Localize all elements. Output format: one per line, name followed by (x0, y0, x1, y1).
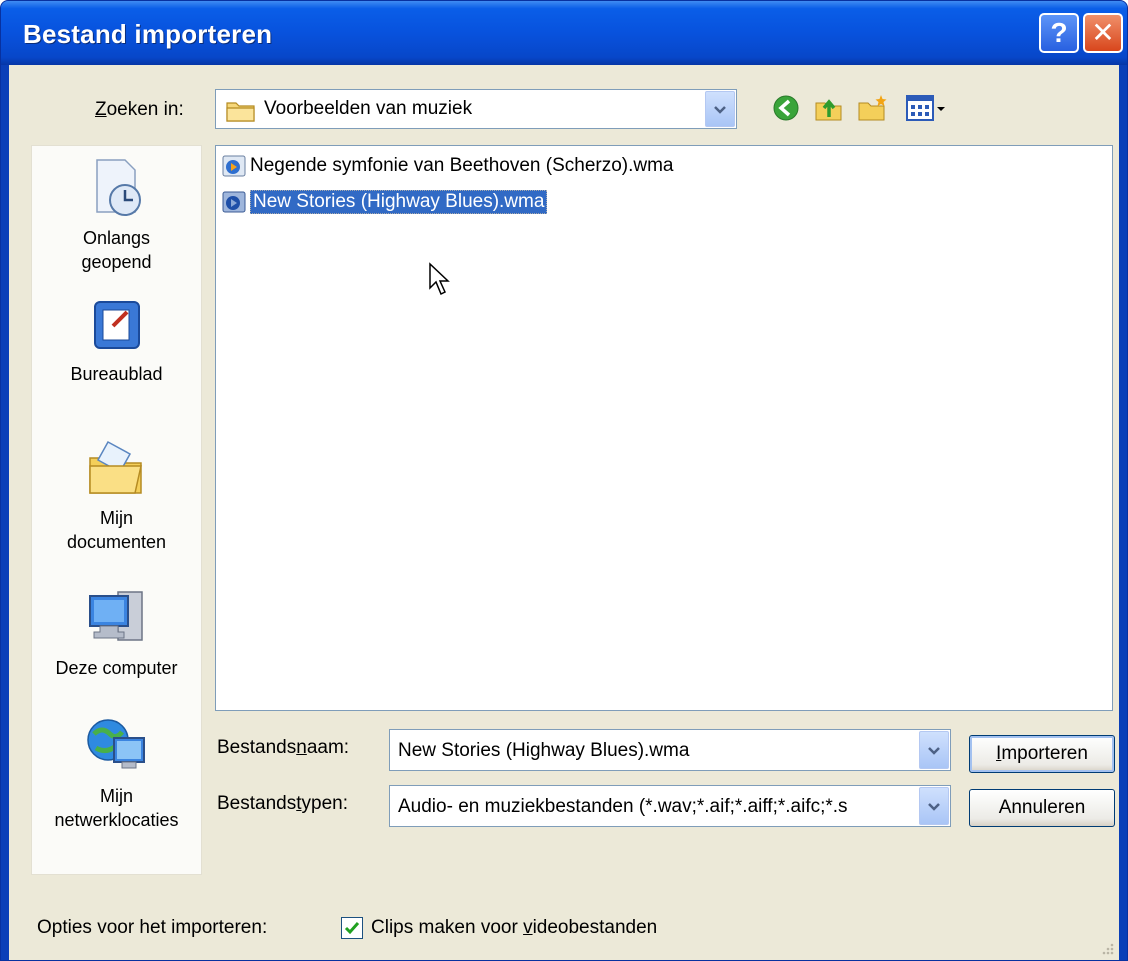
resize-grip-icon[interactable] (1099, 940, 1115, 956)
place-desktop[interactable]: Bureaublad (32, 296, 201, 386)
my-computer-icon (88, 591, 143, 641)
list-item[interactable]: Negende symfonie van Beethoven (Scherzo)… (222, 152, 674, 180)
up-folder-icon[interactable] (814, 93, 844, 123)
import-button[interactable]: Importeren (969, 735, 1115, 773)
wma-file-icon (222, 155, 246, 177)
cancel-button[interactable]: Annuleren (969, 789, 1115, 827)
place-label: Mijn (99, 786, 133, 806)
filename-combo[interactable]: New Stories (Highway Blues).wma (389, 729, 951, 771)
views-menu-button[interactable] (905, 93, 955, 123)
list-item-selected[interactable]: New Stories (Highway Blues).wma (222, 188, 548, 216)
look-in-label: Zoeken in: (95, 99, 184, 120)
file-name: Negende symfonie van Beethoven (Scherzo)… (250, 155, 674, 176)
filename-input[interactable]: New Stories (Highway Blues).wma (398, 740, 689, 762)
views-menu-icon (906, 95, 945, 121)
close-button[interactable]: ✕ (1083, 13, 1123, 53)
make-clips-checkbox[interactable] (341, 917, 363, 939)
place-label: Onlangs (82, 228, 151, 248)
title-bar[interactable]: Bestand importeren ? ✕ (1, 1, 1127, 65)
look-in-value: Voorbeelden van muziek (264, 98, 473, 119)
place-label: Deze computer (55, 658, 178, 678)
network-places-icon (86, 719, 145, 769)
chevron-down-icon (928, 747, 940, 755)
make-clips-label[interactable]: Clips maken voor videobestanden (371, 917, 657, 939)
place-label: geopend (81, 252, 152, 272)
dialog-client: Zoeken in: Voorbeelden van muziek Onlang… (9, 65, 1119, 960)
look-in-combo[interactable]: Voorbeelden van muziek (215, 89, 737, 129)
filename-label: Bestandsnaam: (217, 737, 350, 758)
import-options-label: Opties voor het importeren: (37, 917, 268, 938)
place-my-computer[interactable]: Deze computer (32, 586, 201, 680)
place-label: documenten (66, 532, 167, 552)
filetype-dropdown-button[interactable] (919, 787, 949, 825)
places-bar: Onlangs geopend Bureaublad Mijn document… (31, 145, 202, 875)
desktop-icon (93, 301, 140, 349)
look-in-dropdown-button[interactable] (705, 91, 735, 127)
chevron-down-icon (928, 803, 940, 811)
window-title: Bestand importeren (23, 19, 273, 49)
chevron-down-icon (714, 106, 726, 114)
folder-icon (226, 102, 255, 122)
filetype-label: Bestandstypen: (217, 793, 348, 814)
help-button[interactable]: ? (1039, 13, 1079, 53)
wma-file-icon (222, 191, 246, 213)
mouse-cursor-icon (429, 262, 450, 296)
back-arrow-icon[interactable] (771, 93, 801, 123)
place-label: Mijn (99, 508, 133, 528)
filename-dropdown-button[interactable] (919, 731, 949, 769)
place-network[interactable]: Mijn netwerklocaties (32, 712, 201, 832)
file-name: New Stories (Highway Blues).wma (250, 190, 548, 214)
checkmark-icon (344, 922, 360, 935)
place-recent[interactable]: Onlangs geopend (32, 156, 201, 274)
file-list[interactable]: Negende symfonie van Beethoven (Scherzo)… (215, 145, 1113, 711)
place-my-documents[interactable]: Mijn documenten (32, 436, 201, 554)
my-documents-icon (88, 440, 142, 494)
import-file-dialog: Bestand importeren ? ✕ Zoeken in: Voorbe… (0, 0, 1128, 961)
new-folder-icon[interactable] (857, 93, 889, 123)
filetype-combo[interactable]: Audio- en muziekbestanden (*.wav;*.aif;*… (389, 785, 951, 827)
place-label: netwerklocaties (54, 810, 179, 830)
recent-documents-icon (95, 159, 141, 216)
place-label: Bureaublad (70, 364, 163, 384)
filetype-value: Audio- en muziekbestanden (*.wav;*.aif;*… (398, 796, 848, 817)
